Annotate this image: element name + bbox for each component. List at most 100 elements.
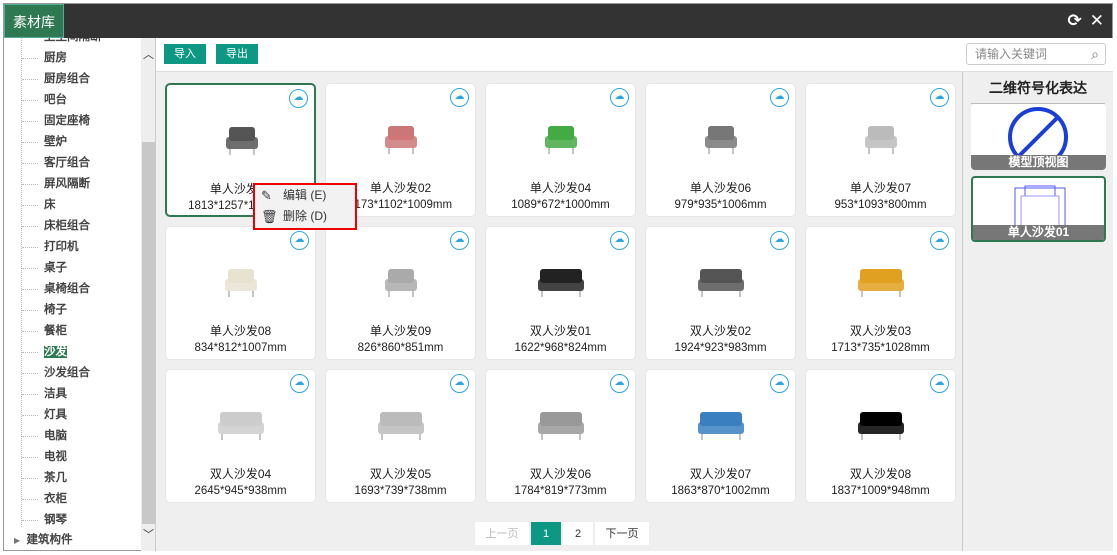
- symbol-item-top-view[interactable]: 模型顶视图: [971, 104, 1106, 170]
- cloud-icon[interactable]: ☁: [289, 89, 308, 108]
- tree-item[interactable]: 床柜组合: [4, 216, 140, 237]
- tree-item-label: 固定座椅: [44, 115, 90, 127]
- cloud-icon[interactable]: ☁: [770, 231, 789, 250]
- material-card[interactable]: ☁ 双人沙发06 1784*819*773mm: [485, 369, 636, 503]
- tree-item[interactable]: 钢琴: [4, 510, 140, 531]
- material-card[interactable]: ☁ 双人沙发03 1713*735*1028mm: [805, 226, 956, 360]
- material-card[interactable]: ☁ 双人沙发02 1924*923*983mm: [645, 226, 796, 360]
- tree-root-building-components[interactable]: ▶ 建筑构件: [14, 531, 73, 547]
- card-dimensions: 1622*968*824mm: [514, 342, 607, 354]
- cloud-icon[interactable]: ☁: [930, 88, 949, 107]
- scrollbar-thumb[interactable]: [142, 142, 155, 524]
- tree-item[interactable]: 灯具: [4, 405, 140, 426]
- cloud-icon[interactable]: ☁: [930, 231, 949, 250]
- tree-item-label: 厨房组合: [44, 73, 90, 85]
- chevron-up-icon[interactable]: ︿: [143, 46, 154, 62]
- cloud-icon[interactable]: ☁: [930, 374, 949, 393]
- tree-item[interactable]: 厨房组合: [4, 69, 140, 90]
- card-name: 单人沙发08: [209, 324, 272, 338]
- tree-item-label: 厨房: [44, 52, 67, 64]
- import-button[interactable]: 导入: [164, 44, 206, 64]
- tree-item[interactable]: 茶几: [4, 468, 140, 489]
- sofa-thumbnail: [538, 412, 584, 440]
- cloud-icon[interactable]: ☁: [450, 231, 469, 250]
- material-card[interactable]: ☁ 单人沙发04 1089*672*1000mm: [485, 83, 636, 217]
- tree-item[interactable]: 厨房: [4, 48, 140, 69]
- card-dimensions: 979*935*1006mm: [674, 199, 767, 211]
- prev-page-button[interactable]: 上一页: [474, 521, 530, 546]
- tab-material-library[interactable]: 素材库: [4, 4, 64, 38]
- cloud-icon[interactable]: ☁: [610, 231, 629, 250]
- card-name: 双人沙发01: [529, 324, 592, 338]
- material-card[interactable]: ☁ 双人沙发04 2645*945*938mm: [165, 369, 316, 503]
- tree-item[interactable]: 电脑: [4, 426, 140, 447]
- tree-item-label: 电视: [44, 451, 67, 463]
- tree-item[interactable]: 衣柜: [4, 489, 140, 510]
- cloud-icon[interactable]: ☁: [450, 374, 469, 393]
- refresh-icon[interactable]: ⟳: [1068, 11, 1082, 30]
- export-button[interactable]: 导出: [216, 44, 258, 64]
- tree-item[interactable]: 桌子: [4, 258, 140, 279]
- cloud-icon[interactable]: ☁: [770, 88, 789, 107]
- tree-item[interactable]: 固定座椅: [4, 111, 140, 132]
- page-2-button[interactable]: 2: [562, 521, 594, 546]
- sofa-thumbnail: [225, 269, 257, 297]
- cloud-icon[interactable]: ☁: [290, 374, 309, 393]
- page-1-button[interactable]: 1: [530, 521, 562, 546]
- pencil-icon: ✎: [261, 188, 272, 203]
- context-menu-delete[interactable]: 🗑 删除 (D): [255, 206, 355, 227]
- material-card[interactable]: ☁ 单人沙发08 834*812*1007mm: [165, 226, 316, 360]
- next-page-button[interactable]: 下一页: [594, 521, 650, 546]
- tree-item[interactable]: 电视: [4, 447, 140, 468]
- cloud-icon[interactable]: ☁: [450, 88, 469, 107]
- tree-item[interactable]: 打印机: [4, 237, 140, 258]
- tree-item[interactable]: 卫生间隔断: [4, 38, 140, 48]
- tree-item[interactable]: 客厅组合: [4, 153, 140, 174]
- tree-item-label: 衣柜: [44, 493, 67, 505]
- tree-item-label: 打印机: [44, 241, 79, 253]
- search-icon[interactable]: ⌕: [1091, 44, 1099, 64]
- cloud-icon[interactable]: ☁: [290, 231, 309, 250]
- close-icon[interactable]: ✕: [1090, 11, 1104, 30]
- tree-item[interactable]: 屏风隔断: [4, 174, 140, 195]
- card-dimensions: 953*1093*800mm: [834, 199, 927, 211]
- sidebar-scrollbar[interactable]: ︿ ﹀: [141, 38, 155, 551]
- symbol-label: 单人沙发01: [973, 225, 1104, 240]
- tree-item[interactable]: 壁炉: [4, 132, 140, 153]
- card-name: 单人沙发04: [529, 181, 592, 195]
- material-card[interactable]: ☁ 双人沙发07 1863*870*1002mm: [645, 369, 796, 503]
- context-menu-edit[interactable]: ✎ 编辑 (E): [255, 185, 355, 206]
- sofa-thumbnail: [226, 127, 258, 155]
- cloud-icon[interactable]: ☁: [610, 374, 629, 393]
- tree-item[interactable]: 沙发: [4, 342, 140, 363]
- tree-item[interactable]: 沙发组合: [4, 363, 140, 384]
- card-dimensions: 2645*945*938mm: [194, 485, 287, 497]
- symbol-item-sofa01[interactable]: 单人沙发01: [971, 176, 1106, 242]
- material-card[interactable]: ☁ 单人沙发07 953*1093*800mm: [805, 83, 956, 217]
- material-card[interactable]: ☁ 双人沙发05 1693*739*738mm: [325, 369, 476, 503]
- material-card[interactable]: ☁ 双人沙发08 1837*1009*948mm: [805, 369, 956, 503]
- material-card[interactable]: ☁ 双人沙发01 1622*968*824mm: [485, 226, 636, 360]
- card-dimensions: 1924*923*983mm: [674, 342, 767, 354]
- material-card[interactable]: ☁ 单人沙发09 826*860*851mm: [325, 226, 476, 360]
- material-card[interactable]: ☁ 单人沙发06 979*935*1006mm: [645, 83, 796, 217]
- tree-item-label: 桌椅组合: [44, 283, 90, 295]
- card-dimensions: 834*812*1007mm: [194, 342, 287, 354]
- tree-item[interactable]: 床: [4, 195, 140, 216]
- search-input[interactable]: 请输入关键词 ⌕: [966, 43, 1106, 65]
- tree-item[interactable]: 椅子: [4, 300, 140, 321]
- tree-item-label: 椅子: [44, 304, 67, 316]
- card-name: 双人沙发06: [529, 467, 592, 481]
- card-name: 双人沙发02: [689, 324, 752, 338]
- tree-item-label: 卫生间隔断: [44, 38, 102, 43]
- tree-item-label: 沙发: [44, 346, 67, 358]
- card-dimensions: 1713*735*1028mm: [831, 342, 930, 354]
- chevron-down-icon[interactable]: ﹀: [143, 526, 154, 542]
- tree-item[interactable]: 餐柜: [4, 321, 140, 342]
- cloud-icon[interactable]: ☁: [770, 374, 789, 393]
- cloud-icon[interactable]: ☁: [610, 88, 629, 107]
- tree-item[interactable]: 吧台: [4, 90, 140, 111]
- tree-item[interactable]: 桌椅组合: [4, 279, 140, 300]
- tree-item[interactable]: 洁具: [4, 384, 140, 405]
- tree-item-label: 床柜组合: [44, 220, 90, 232]
